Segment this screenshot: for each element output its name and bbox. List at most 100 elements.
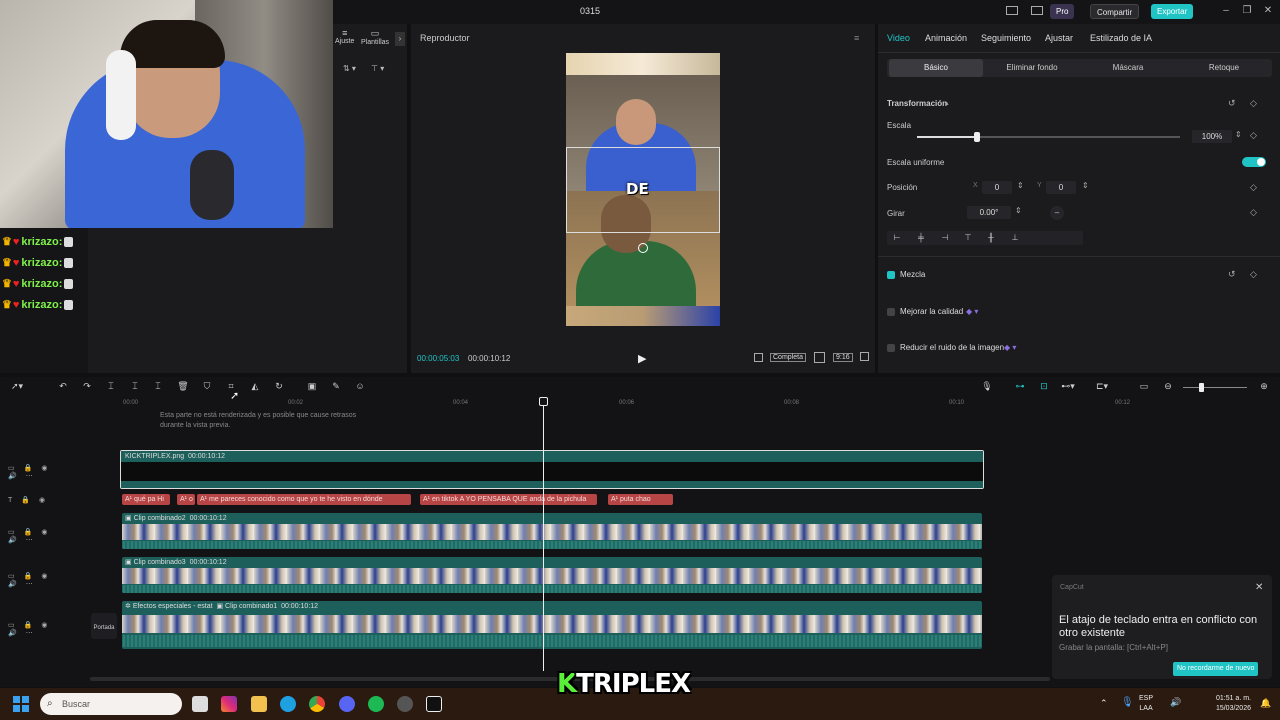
eye-icon[interactable]: ◉: [39, 497, 45, 504]
rotate-icon[interactable]: ↻: [272, 381, 286, 393]
person-icon[interactable]: ☺: [353, 381, 367, 393]
more-icon[interactable]: ⋯: [26, 473, 33, 480]
menu-icon[interactable]: ≡: [854, 33, 859, 43]
instagram-icon[interactable]: [221, 696, 237, 712]
language-indicator[interactable]: ESP LAA: [1139, 694, 1153, 714]
eye-icon[interactable]: ◉: [41, 465, 47, 472]
eye-icon[interactable]: ◉: [41, 622, 47, 629]
blend-checkbox[interactable]: [887, 271, 895, 279]
sort-icon[interactable]: ⇅ ▾: [343, 64, 356, 73]
uniform-scale-toggle[interactable]: [1242, 157, 1266, 167]
more-icon[interactable]: ⋯: [26, 581, 33, 588]
scale-value[interactable]: 100%: [1192, 130, 1232, 143]
redo-icon[interactable]: ↷: [80, 381, 94, 393]
ratio-button[interactable]: 9:16: [833, 353, 853, 362]
link-icon[interactable]: ⊡: [1037, 381, 1051, 393]
clock[interactable]: 01:51 a. m. 15/03/2026: [1203, 694, 1251, 714]
stepper-icon[interactable]: ⇕: [1082, 181, 1089, 190]
obs-icon[interactable]: [397, 696, 413, 712]
audio-icon[interactable]: 🔊: [8, 630, 17, 637]
tab-tracking[interactable]: Seguimiento: [981, 33, 1031, 43]
shortcuts-icon[interactable]: [1031, 6, 1043, 15]
volume-icon[interactable]: 🔊: [1170, 697, 1181, 708]
align-left-icon[interactable]: ⊢: [890, 233, 904, 242]
close-icon[interactable]: ✕: [1255, 582, 1263, 593]
zoom-in-icon[interactable]: ⊕: [1257, 381, 1271, 393]
chevron-up-icon[interactable]: ⌃: [1100, 698, 1108, 709]
playhead[interactable]: [543, 399, 544, 671]
magnet-icon[interactable]: ⊶: [1013, 381, 1027, 393]
text-clip[interactable]: A¹ qué pa Hi: [122, 494, 170, 505]
tab-adjust[interactable]: ≡ Ajuste: [335, 28, 354, 45]
taskbar-search[interactable]: Buscar: [40, 693, 182, 715]
text-clip[interactable]: A¹ me pareces conocido como que yo te he…: [197, 494, 411, 505]
keyframe-icon[interactable]: ◇: [1250, 207, 1257, 218]
minimize-icon[interactable]: –: [1219, 4, 1233, 18]
layout-icon[interactable]: [1006, 6, 1018, 15]
freeze-icon[interactable]: ▣: [305, 381, 319, 393]
lock-icon[interactable]: 🔒: [24, 465, 33, 472]
text-clip[interactable]: A¹ puta chao: [608, 494, 673, 505]
caption-icon[interactable]: ▭: [1137, 381, 1151, 393]
filter-icon[interactable]: ⊤ ▾: [371, 64, 384, 73]
split-icon[interactable]: ⌶: [104, 381, 118, 393]
capcut-icon[interactable]: [426, 696, 442, 712]
more-icon[interactable]: ⋯: [26, 630, 33, 637]
edge-icon[interactable]: [280, 696, 296, 712]
preview-axis-icon[interactable]: ⊏▾: [1095, 381, 1109, 393]
mic-icon[interactable]: 🎙: [980, 381, 994, 393]
chrome-icon[interactable]: [309, 696, 325, 712]
tab-templates[interactable]: ▭ Plantillas: [361, 28, 389, 46]
eye-icon[interactable]: ◉: [41, 573, 47, 580]
align-top-icon[interactable]: ⊤: [961, 233, 975, 242]
quality-icon[interactable]: [754, 353, 763, 362]
shield-icon[interactable]: ⛉: [200, 381, 214, 393]
screenshot-icon[interactable]: [814, 352, 825, 363]
zoom-slider-handle[interactable]: [1199, 383, 1204, 392]
tab-animation[interactable]: Animación: [925, 33, 967, 43]
video-clip[interactable]: ▣ Clip combinado3 00:00:10:12: [122, 557, 982, 593]
rotate-dial-icon[interactable]: –: [1050, 206, 1064, 220]
align-right-icon[interactable]: ⊣: [938, 233, 952, 242]
keyframe-icon[interactable]: ◇: [1250, 98, 1257, 109]
rotate-input[interactable]: 0.00°: [967, 206, 1011, 219]
align-center-icon[interactable]: ╪: [914, 233, 928, 242]
keyframe-icon[interactable]: ◇: [1250, 182, 1257, 193]
pro-button[interactable]: Pro: [1050, 4, 1075, 19]
lock-icon[interactable]: 🔒: [21, 497, 30, 504]
stepper-icon[interactable]: ⇕: [1015, 206, 1022, 215]
eye-icon[interactable]: ◉: [41, 529, 47, 536]
chevron-right-icon[interactable]: ›: [395, 32, 405, 46]
share-button[interactable]: Compartir: [1090, 4, 1140, 19]
align-middle-icon[interactable]: ╫: [984, 233, 998, 242]
text-clip[interactable]: A¹ en tiktok A YO PENSABA QUE anda de la…: [420, 494, 597, 505]
tab-ai-style[interactable]: Estilizado de IA: [1090, 33, 1152, 43]
reset-icon[interactable]: ↺: [1228, 269, 1236, 280]
windows-start-icon[interactable]: [13, 696, 29, 712]
video-preview[interactable]: DE: [566, 53, 720, 326]
magic-icon[interactable]: ✎: [329, 381, 343, 393]
playhead-handle[interactable]: [539, 397, 548, 406]
more-icon[interactable]: ⋯: [26, 537, 33, 544]
subtab-remove-bg[interactable]: Eliminar fondo: [985, 59, 1079, 77]
lock-icon[interactable]: 🔒: [24, 622, 33, 629]
cover-button[interactable]: Portada: [91, 613, 117, 639]
align-bottom-icon[interactable]: ⊥: [1008, 233, 1022, 242]
subtab-retouch[interactable]: Retoque: [1177, 59, 1271, 77]
subtab-mask[interactable]: Máscara: [1081, 59, 1175, 77]
close-icon[interactable]: ✕: [1261, 4, 1275, 18]
audio-icon[interactable]: 🔊: [8, 581, 17, 588]
caret-up-icon[interactable]: ▴: [945, 99, 949, 107]
reset-icon[interactable]: ↺: [1228, 98, 1236, 109]
video-clip[interactable]: ✲ Efectos especiales - estat ▣ Clip comb…: [122, 601, 982, 649]
time-ruler[interactable]: 00:00 00:02 00:04 00:06 00:08 00:10 00:1…: [120, 397, 1280, 409]
delete-icon[interactable]: 🗑: [176, 381, 190, 393]
select-tool-icon[interactable]: ➚▾: [10, 381, 24, 393]
tab-adjust[interactable]: Ajustar: [1045, 33, 1073, 43]
discord-icon[interactable]: [339, 696, 355, 712]
notifications-icon[interactable]: 🔔: [1260, 698, 1271, 709]
dont-remind-button[interactable]: No recordarme de nuevo: [1173, 662, 1259, 676]
lock-icon[interactable]: 🔒: [24, 573, 33, 580]
subtab-basic[interactable]: Básico: [889, 59, 983, 77]
pos-y-input[interactable]: 0: [1046, 181, 1076, 194]
